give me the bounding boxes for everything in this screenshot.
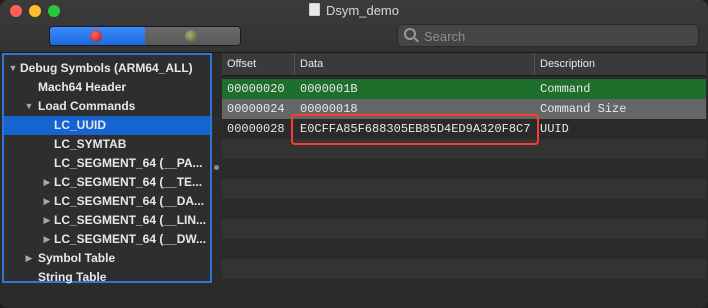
cell-description: Command Size: [540, 102, 627, 116]
column-header-data[interactable]: Data: [295, 53, 535, 75]
tree-item-lc-segment-linkedit[interactable]: ▶ LC_SEGMENT_64 (__LIN...: [4, 211, 210, 230]
empty-table-row: [222, 219, 706, 239]
empty-table-row: [222, 139, 706, 159]
tree-item-lc-segment-pagezero[interactable]: LC_SEGMENT_64 (__PA...: [4, 154, 210, 173]
tree-item-label: Symbol Table: [38, 251, 116, 265]
cell-data: 00000018: [300, 102, 358, 116]
tree-item-symbol-table[interactable]: ▶ Symbol Table: [4, 249, 210, 268]
empty-table-row: [222, 239, 706, 259]
search-input[interactable]: [422, 26, 694, 46]
segment-ruby[interactable]: [50, 27, 145, 45]
tree-item-lc-uuid[interactable]: LC_UUID: [4, 116, 210, 135]
search-field[interactable]: [397, 24, 699, 47]
tree-item-string-table[interactable]: String Table: [4, 268, 210, 287]
ruby-gem-icon: [90, 30, 102, 42]
empty-table-row: [222, 259, 706, 279]
cell-data: E0CFFA85F688305EB85D4ED9A320F8C7: [300, 122, 531, 136]
detail-table[interactable]: Offset Data Description 00000020 0000001…: [222, 53, 706, 283]
disclosure-collapsed-icon[interactable]: ▶: [42, 211, 52, 230]
olive-gem-icon: [185, 30, 197, 42]
title-bar: Dsym_demo: [0, 0, 708, 53]
cell-offset: 00000020: [227, 82, 285, 96]
app-window: Dsym_demo ▼ Debug Symbols (ARM64_ALL) Ma…: [0, 0, 708, 308]
disclosure-expanded-icon[interactable]: ▼: [8, 59, 18, 78]
cell-description: Command: [540, 82, 591, 96]
tree-item-lc-segment-data[interactable]: ▶ LC_SEGMENT_64 (__DA...: [4, 192, 210, 211]
column-header-offset[interactable]: Offset: [222, 53, 295, 75]
cell-offset: 00000028: [227, 122, 285, 136]
empty-table-row: [222, 199, 706, 219]
tree-item-lc-segment-dwarf[interactable]: ▶ LC_SEGMENT_64 (__DW...: [4, 230, 210, 249]
disclosure-collapsed-icon[interactable]: ▶: [24, 249, 34, 268]
table-row[interactable]: 00000028 E0CFFA85F688305EB85D4ED9A320F8C…: [222, 119, 706, 139]
view-segmented-control[interactable]: [49, 26, 241, 46]
table-row[interactable]: 00000024 00000018 Command Size: [222, 99, 706, 119]
split-view-divider-handle[interactable]: [214, 165, 219, 170]
table-row[interactable]: 00000020 0000001B Command: [222, 79, 706, 99]
tree-item-debug-symbols[interactable]: ▼ Debug Symbols (ARM64_ALL): [4, 59, 210, 78]
empty-table-row: [222, 179, 706, 199]
window-title: Dsym_demo: [0, 3, 708, 18]
tree-item-label: LC_SYMTAB: [54, 137, 127, 151]
tree-item-label: LC_SEGMENT_64 (__PA...: [54, 156, 203, 170]
tree-item-label: LC_SEGMENT_64 (__TE...: [54, 175, 203, 189]
tree-item-label: Mach64 Header: [38, 80, 127, 94]
segment-olive[interactable]: [145, 27, 240, 45]
tree-item-label: LC_SEGMENT_64 (__DA...: [54, 194, 205, 208]
tree-item-mach64-header[interactable]: Mach64 Header: [4, 78, 210, 97]
symbol-tree[interactable]: ▼ Debug Symbols (ARM64_ALL) Mach64 Heade…: [2, 53, 212, 284]
window-title-text: Dsym_demo: [326, 3, 399, 18]
disclosure-collapsed-icon[interactable]: ▶: [42, 192, 52, 211]
tree-item-label: String Table: [38, 270, 107, 284]
cell-offset: 00000024: [227, 102, 285, 116]
cell-data: 0000001B: [300, 82, 358, 96]
document-icon: [309, 3, 321, 16]
tree-item-label: LC_SEGMENT_64 (__LIN...: [54, 213, 207, 227]
tree-item-label: LC_SEGMENT_64 (__DW...: [54, 232, 207, 246]
cell-description: UUID: [540, 122, 569, 136]
tree-item-lc-segment-text[interactable]: ▶ LC_SEGMENT_64 (__TE...: [4, 173, 210, 192]
column-header-description[interactable]: Description: [535, 53, 706, 75]
empty-table-row: [222, 159, 706, 179]
tree-item-load-commands[interactable]: ▼ Load Commands: [4, 97, 210, 116]
tree-item-lc-symtab[interactable]: LC_SYMTAB: [4, 135, 210, 154]
disclosure-expanded-icon[interactable]: ▼: [24, 97, 34, 116]
tree-item-label: Debug Symbols (ARM64_ALL): [20, 61, 193, 75]
table-header: Offset Data Description: [222, 53, 706, 76]
search-icon: [404, 28, 416, 40]
disclosure-collapsed-icon[interactable]: ▶: [42, 230, 52, 249]
tree-item-label: Load Commands: [38, 99, 136, 113]
disclosure-collapsed-icon[interactable]: ▶: [42, 173, 52, 192]
tree-item-label: LC_UUID: [54, 118, 107, 132]
